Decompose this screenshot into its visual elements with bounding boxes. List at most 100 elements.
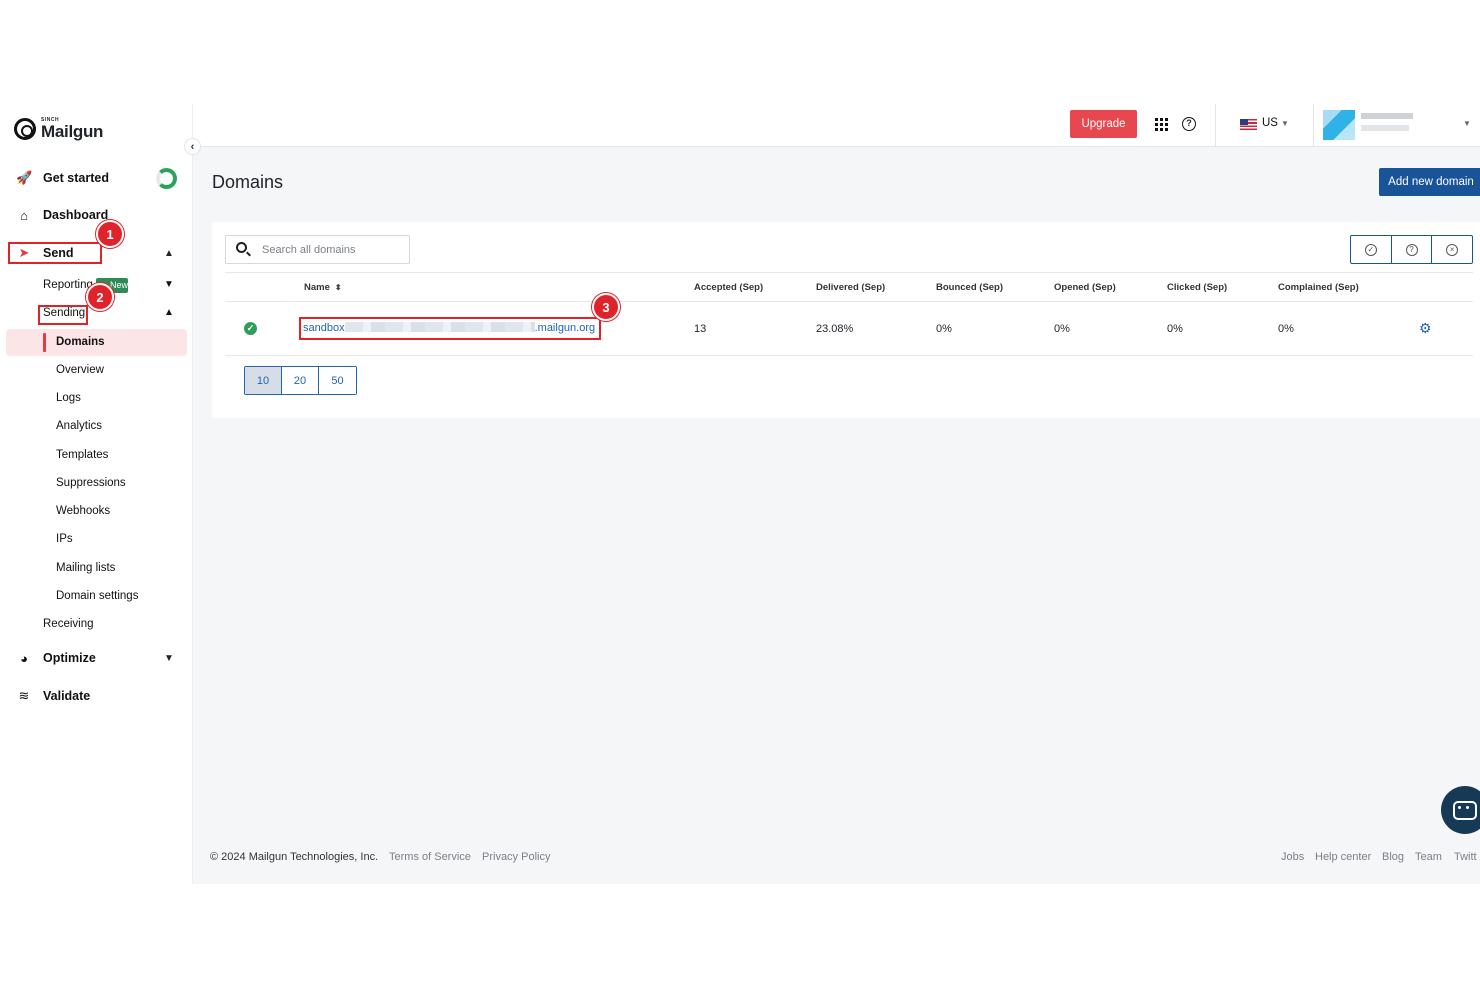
cell-bounced: 0%: [936, 323, 952, 335]
collapse-sidebar-button[interactable]: ‹: [184, 138, 201, 155]
sort-icon: ⬍: [334, 283, 342, 292]
twitter-link[interactable]: Twitt: [1454, 851, 1477, 863]
search-icon: [236, 242, 247, 253]
domain-prefix: sandbox: [303, 322, 345, 334]
cell-accepted: 13: [694, 323, 707, 335]
chevron-down-icon[interactable]: ▼: [164, 653, 174, 664]
home-icon: ⌂: [20, 207, 28, 223]
nav-mailing-lists[interactable]: Mailing lists: [56, 562, 115, 574]
column-header-name[interactable]: Name ⬍: [304, 282, 342, 293]
search-input[interactable]: [262, 241, 402, 259]
nav-validate-label: Validate: [43, 689, 91, 703]
team-link[interactable]: Team: [1415, 851, 1442, 863]
apps-grid-icon[interactable]: [1155, 118, 1168, 131]
nav-reporting[interactable]: Reporting ▼: [43, 279, 174, 291]
jobs-link[interactable]: Jobs: [1281, 851, 1304, 863]
rocket-icon: 🚀: [16, 170, 33, 185]
chevron-left-icon: ‹: [190, 140, 195, 153]
gear-icon[interactable]: ⚙: [1419, 321, 1432, 335]
caret-down-icon[interactable]: ▼: [1463, 119, 1471, 128]
mailgun-logo[interactable]: SINCH Mailgun: [14, 116, 103, 142]
page-title: Domains: [212, 172, 284, 192]
top-bar: Upgrade ? US ▼ ▼: [193, 104, 1480, 147]
cell-delivered: 23.08%: [816, 323, 854, 335]
account-name-redacted[interactable]: [1361, 113, 1413, 137]
nav-analytics[interactable]: Analytics: [56, 420, 102, 432]
search-box[interactable]: [225, 235, 410, 264]
nav-optimize[interactable]: ◕ Optimize ▼: [0, 644, 193, 672]
table-header: Name ⬍ Accepted (Sep) Delivered (Sep) Bou…: [225, 272, 1473, 302]
page-size-50[interactable]: 50: [319, 367, 356, 394]
topbar-divider: [1215, 104, 1216, 147]
chevron-down-icon[interactable]: ▼: [164, 279, 174, 290]
check-circle-icon: ✓: [1364, 243, 1377, 256]
question-circle-icon: ?: [1405, 243, 1418, 256]
nav-sending-label: Sending: [43, 307, 86, 319]
nav-reporting-label: Reporting: [43, 279, 93, 291]
cell-opened: 0%: [1054, 323, 1070, 335]
nav-logs[interactable]: Logs: [56, 392, 81, 404]
caret-down-icon: ▼: [1280, 119, 1289, 128]
column-header-delivered: Delivered (Sep): [816, 282, 886, 293]
avatar[interactable]: [1323, 110, 1355, 140]
copyright: © 2024 Mailgun Technologies, Inc.: [210, 851, 379, 863]
verified-check-icon: ✓: [244, 322, 257, 335]
filter-verified-button[interactable]: ✓: [1351, 236, 1392, 263]
nav-optimize-label: Optimize: [43, 651, 96, 665]
nav-suppressions[interactable]: Suppressions: [56, 477, 126, 489]
nav-ips[interactable]: IPs: [56, 533, 73, 545]
logo-name: Mailgun: [41, 122, 104, 141]
region-label: US: [1262, 117, 1278, 129]
nav-dashboard[interactable]: ⌂ Dashboard: [0, 201, 193, 229]
nav-domain-settings[interactable]: Domain settings: [56, 590, 138, 602]
domain-link[interactable]: sandbox .mailgun.org: [303, 322, 595, 334]
nav-send[interactable]: ➤ Send ▲: [0, 239, 193, 267]
nav-overview[interactable]: Overview: [56, 364, 104, 376]
page-size-10[interactable]: 10: [245, 367, 282, 394]
nav-templates[interactable]: Templates: [56, 449, 108, 461]
annotation-marker-1: 1: [96, 220, 124, 248]
sidebar: SINCH Mailgun 🚀 Get started ⌂ Dashboard …: [0, 104, 193, 884]
blog-link[interactable]: Blog: [1382, 851, 1404, 863]
main-content: Upgrade ? US▼ ▼ Domains Add new domain ✓: [193, 104, 1480, 884]
domain-suffix: .mailgun.org: [534, 322, 596, 334]
nav-domains[interactable]: Domains: [56, 336, 105, 348]
chevron-up-icon[interactable]: ▲: [164, 248, 174, 259]
cell-clicked: 0%: [1167, 323, 1183, 335]
domains-card: ✓ ? × Name ⬍ Accepted (Sep) Delivered (Se…: [212, 222, 1480, 418]
filter-disabled-button[interactable]: ×: [1432, 236, 1472, 263]
column-header-accepted: Accepted (Sep): [694, 282, 764, 293]
help-center-link[interactable]: Help center: [1315, 851, 1371, 863]
column-header-clicked: Clicked (Sep): [1167, 282, 1228, 293]
upgrade-button[interactable]: Upgrade: [1070, 110, 1137, 138]
chevron-up-icon[interactable]: ▲: [164, 307, 174, 318]
nav-dashboard-label: Dashboard: [43, 208, 109, 222]
table-row: ✓ sandbox .mailgun.org 13 23.08% 0% 0% 0%…: [225, 302, 1473, 356]
privacy-link[interactable]: Privacy Policy: [482, 851, 550, 863]
page-size-20[interactable]: 20: [282, 367, 319, 394]
filter-unverified-button[interactable]: ?: [1392, 236, 1433, 263]
annotation-marker-2: 2: [86, 283, 114, 311]
help-icon[interactable]: ?: [1182, 117, 1196, 131]
x-circle-icon: ×: [1446, 243, 1459, 256]
column-header-opened: Opened (Sep): [1054, 282, 1116, 293]
nav-receiving[interactable]: Receiving: [43, 618, 94, 630]
validate-icon: ≋: [18, 688, 30, 703]
annotation-marker-3: 3: [592, 293, 620, 321]
nav-webhooks[interactable]: Webhooks: [56, 505, 110, 517]
column-header-complained: Complained (Sep): [1278, 282, 1359, 293]
nav-send-label: Send: [43, 246, 74, 260]
terms-link[interactable]: Terms of Service: [389, 851, 471, 863]
nav-validate[interactable]: ≋ Validate: [0, 682, 193, 710]
add-new-domain-button[interactable]: Add new domain: [1379, 168, 1480, 196]
region-selector[interactable]: US ▼: [1262, 117, 1289, 129]
column-name-label: Name: [304, 282, 330, 293]
chatbot-button[interactable]: [1441, 786, 1480, 834]
status-filter-group: ✓ ? ×: [1350, 235, 1473, 264]
topbar-divider: [1313, 104, 1314, 147]
us-flag-icon: [1240, 119, 1257, 130]
progress-ring-icon: [156, 168, 177, 189]
nav-sending[interactable]: Sending ▲: [43, 307, 174, 319]
page-size-selector: 10 20 50: [244, 366, 357, 395]
nav-get-started[interactable]: 🚀 Get started: [0, 164, 193, 192]
